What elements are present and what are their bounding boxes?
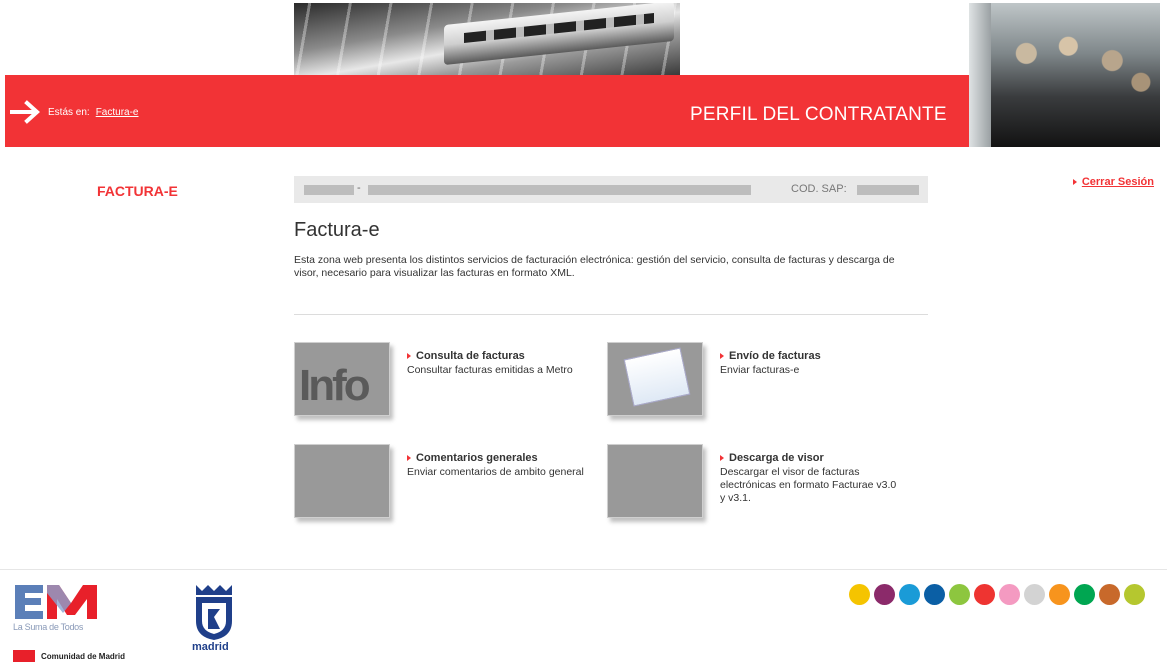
- breadcrumb-link[interactable]: Factura-e: [96, 107, 139, 118]
- color-dot: [949, 584, 970, 605]
- color-dot: [874, 584, 895, 605]
- service-title: Descarga de visor: [729, 452, 824, 464]
- logout-link[interactable]: Cerrar Sesión: [1072, 176, 1154, 188]
- intro-text: Esta zona web presenta los distintos ser…: [294, 254, 895, 279]
- divider: [294, 314, 928, 315]
- color-dot: [1074, 584, 1095, 605]
- color-dot: [999, 584, 1020, 605]
- service-description: Descargar el visor de facturas electróni…: [720, 466, 897, 504]
- section-title: FACTURA-E: [97, 183, 178, 199]
- redacted-name: [368, 185, 751, 195]
- bullet-arrow-icon: [1072, 179, 1077, 185]
- redacted-code: [304, 185, 354, 195]
- header-photo-tunnel: [294, 3, 680, 75]
- service-description: Consultar facturas emitidas a Metro: [407, 364, 573, 376]
- page-header-title: PERFIL DEL CONTRATANTE: [690, 104, 947, 125]
- service-comentarios-generales[interactable]: Comentarios generales Enviar comentarios…: [294, 444, 594, 524]
- service-link[interactable]: Consulta de facturas: [407, 350, 525, 362]
- service-title: Comentarios generales: [416, 452, 538, 464]
- page-title: Factura-e: [294, 219, 380, 241]
- color-dot: [974, 584, 995, 605]
- bullet-arrow-icon: [720, 353, 724, 359]
- envio-thumbnail[interactable]: [607, 342, 703, 416]
- service-descarga-visor[interactable]: Descarga de visor Descargar el visor de …: [607, 444, 907, 524]
- service-consulta-facturas[interactable]: Info Consulta de facturas Consultar fact…: [294, 342, 594, 422]
- train-image: [444, 3, 674, 66]
- madrid-city-logo: madrid: [190, 583, 238, 653]
- bullet-arrow-icon: [720, 455, 724, 461]
- color-dot: [849, 584, 870, 605]
- sap-label: COD. SAP:: [791, 183, 847, 195]
- color-dot: [1099, 584, 1120, 605]
- header-photo-passengers: [969, 3, 1160, 147]
- cm-flag-icon: [13, 650, 35, 662]
- color-dots: [849, 584, 1149, 605]
- descarga-thumbnail[interactable]: [607, 444, 703, 518]
- service-link[interactable]: Envío de facturas: [720, 350, 821, 362]
- comunidad-madrid-logo: Comunidad de Madrid: [13, 650, 125, 662]
- invoice-paper-image: [623, 347, 691, 407]
- consulta-thumbnail[interactable]: Info: [294, 342, 390, 416]
- color-dot: [1024, 584, 1045, 605]
- service-envio-facturas[interactable]: Envío de facturas Enviar facturas-e: [607, 342, 907, 422]
- color-dot: [924, 584, 945, 605]
- train-door: [969, 3, 991, 147]
- madrid-label: madrid: [192, 641, 229, 653]
- footer-divider: [0, 569, 1167, 570]
- separator: -: [357, 182, 361, 194]
- service-link[interactable]: Comentarios generales: [407, 452, 538, 464]
- service-title: Consulta de facturas: [416, 350, 525, 362]
- color-dot: [1049, 584, 1070, 605]
- metro-tagline: La Suma de Todos: [13, 622, 84, 632]
- breadcrumb-prefix: Estás en:: [48, 106, 90, 118]
- service-link[interactable]: Descarga de visor: [720, 452, 824, 464]
- arrow-right-icon: [10, 100, 42, 124]
- cm-label: Comunidad de Madrid: [41, 651, 125, 661]
- service-description: Enviar facturas-e: [720, 364, 800, 376]
- color-dot: [1124, 584, 1145, 605]
- bullet-arrow-icon: [407, 353, 411, 359]
- user-identity-bar: - COD. SAP:: [294, 176, 928, 203]
- breadcrumb: Estás en: Factura-e: [10, 100, 139, 124]
- logout-label: Cerrar Sesión: [1081, 176, 1154, 188]
- thumbnail-text: Info: [299, 361, 371, 410]
- service-description: Enviar comentarios de ambito general: [407, 466, 584, 478]
- bullet-arrow-icon: [407, 455, 411, 461]
- metro-madrid-logo: La Suma de Todos: [13, 583, 105, 645]
- service-title: Envío de facturas: [729, 350, 821, 362]
- comentarios-thumbnail[interactable]: [294, 444, 390, 518]
- color-dot: [899, 584, 920, 605]
- redacted-sap: [857, 185, 919, 195]
